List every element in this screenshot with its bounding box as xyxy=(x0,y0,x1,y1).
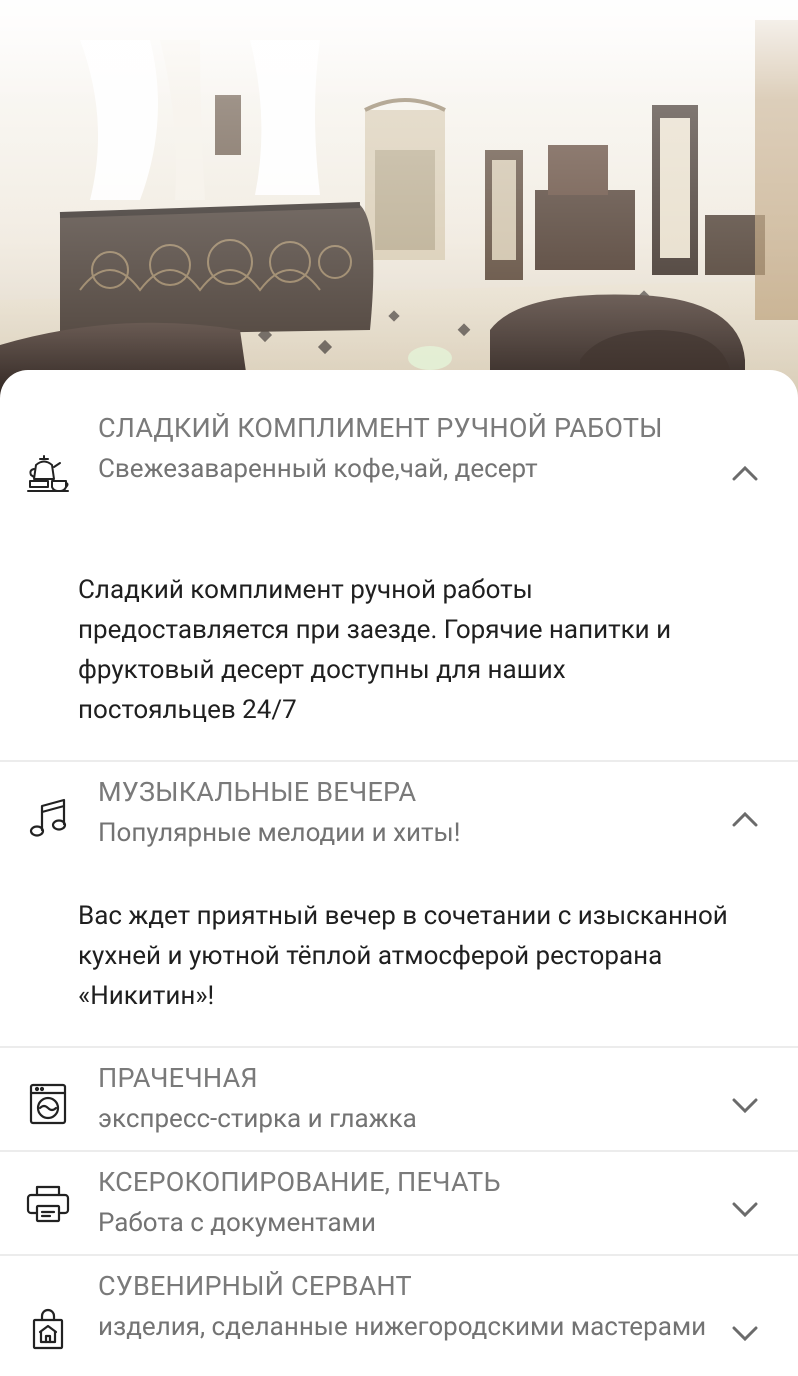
service-item-printing[interactable]: КСЕРОКОПИРОВАНИЕ, ПЕЧАТЬ Работа с докуме… xyxy=(0,1152,798,1256)
service-subtitle: изделия, сделанные нижегородскими мастер… xyxy=(98,1312,707,1342)
service-subtitle: экспресс-стирка и глажка xyxy=(98,1104,417,1134)
service-description: Вас ждет приятный вечер в сочетании с из… xyxy=(78,901,728,1011)
service-item-music-evenings: МУЗЫКАЛЬНЫЕ ВЕЧЕРА Популярные мелодии и … xyxy=(0,762,798,1048)
service-header[interactable]: СУВЕНИРНЫЙ СЕРВАНТ изделия, сделанные ни… xyxy=(0,1256,798,1376)
service-title: СУВЕНИРНЫЙ СЕРВАНТ xyxy=(98,1270,412,1302)
service-title: МУЗЫКАЛЬНЫЕ ВЕЧЕРА xyxy=(98,776,417,808)
teapot-cup-icon xyxy=(26,452,70,496)
music-note-icon xyxy=(26,796,70,840)
service-header[interactable]: МУЗЫКАЛЬНЫЕ ВЕЧЕРА Популярные мелодии и … xyxy=(0,762,798,856)
chevron-up-icon[interactable] xyxy=(730,458,760,488)
service-subtitle: Работа с документами xyxy=(98,1208,376,1238)
shopping-bag-icon xyxy=(26,1308,70,1352)
service-item-laundry[interactable]: ПРАЧЕЧНАЯ экспресс-стирка и глажка xyxy=(0,1048,798,1152)
printer-icon xyxy=(26,1182,70,1226)
chevron-down-icon[interactable] xyxy=(730,1090,760,1120)
service-item-sweet-compliment: СЛАДКИЙ КОМПЛИМЕНТ РУЧНОЙ РАБОТЫ Свежеза… xyxy=(0,370,798,762)
service-header[interactable]: ПРАЧЕЧНАЯ экспресс-стирка и глажка xyxy=(0,1048,798,1150)
service-description: Сладкий комплимент ручной работы предост… xyxy=(78,575,672,725)
services-page: СЛАДКИЙ КОМПЛИМЕНТ РУЧНОЙ РАБОТЫ Свежеза… xyxy=(0,0,798,1376)
service-title: КСЕРОКОПИРОВАНИЕ, ПЕЧАТЬ xyxy=(98,1166,501,1198)
service-subtitle: Популярные мелодии и хиты! xyxy=(98,818,461,848)
service-item-souvenirs[interactable]: СУВЕНИРНЫЙ СЕРВАНТ изделия, сделанные ни… xyxy=(0,1256,798,1376)
service-header[interactable]: СЛАДКИЙ КОМПЛИМЕНТ РУЧНОЙ РАБОТЫ Свежеза… xyxy=(0,370,798,532)
service-subtitle: Свежезаваренный кофе,чай, десерт xyxy=(98,454,538,484)
service-title: СЛАДКИЙ КОМПЛИМЕНТ РУЧНОЙ РАБОТЫ xyxy=(98,412,663,444)
services-list: СЛАДКИЙ КОМПЛИМЕНТ РУЧНОЙ РАБОТЫ Свежеза… xyxy=(0,370,798,1376)
hotel-lobby-photo xyxy=(0,0,798,400)
washing-machine-icon xyxy=(26,1082,70,1126)
service-header[interactable]: КСЕРОКОПИРОВАНИЕ, ПЕЧАТЬ Работа с докуме… xyxy=(0,1152,798,1254)
chevron-down-icon[interactable] xyxy=(730,1318,760,1348)
service-title: ПРАЧЕЧНАЯ xyxy=(98,1062,258,1094)
chevron-down-icon[interactable] xyxy=(730,1194,760,1224)
chevron-up-icon[interactable] xyxy=(730,804,760,834)
